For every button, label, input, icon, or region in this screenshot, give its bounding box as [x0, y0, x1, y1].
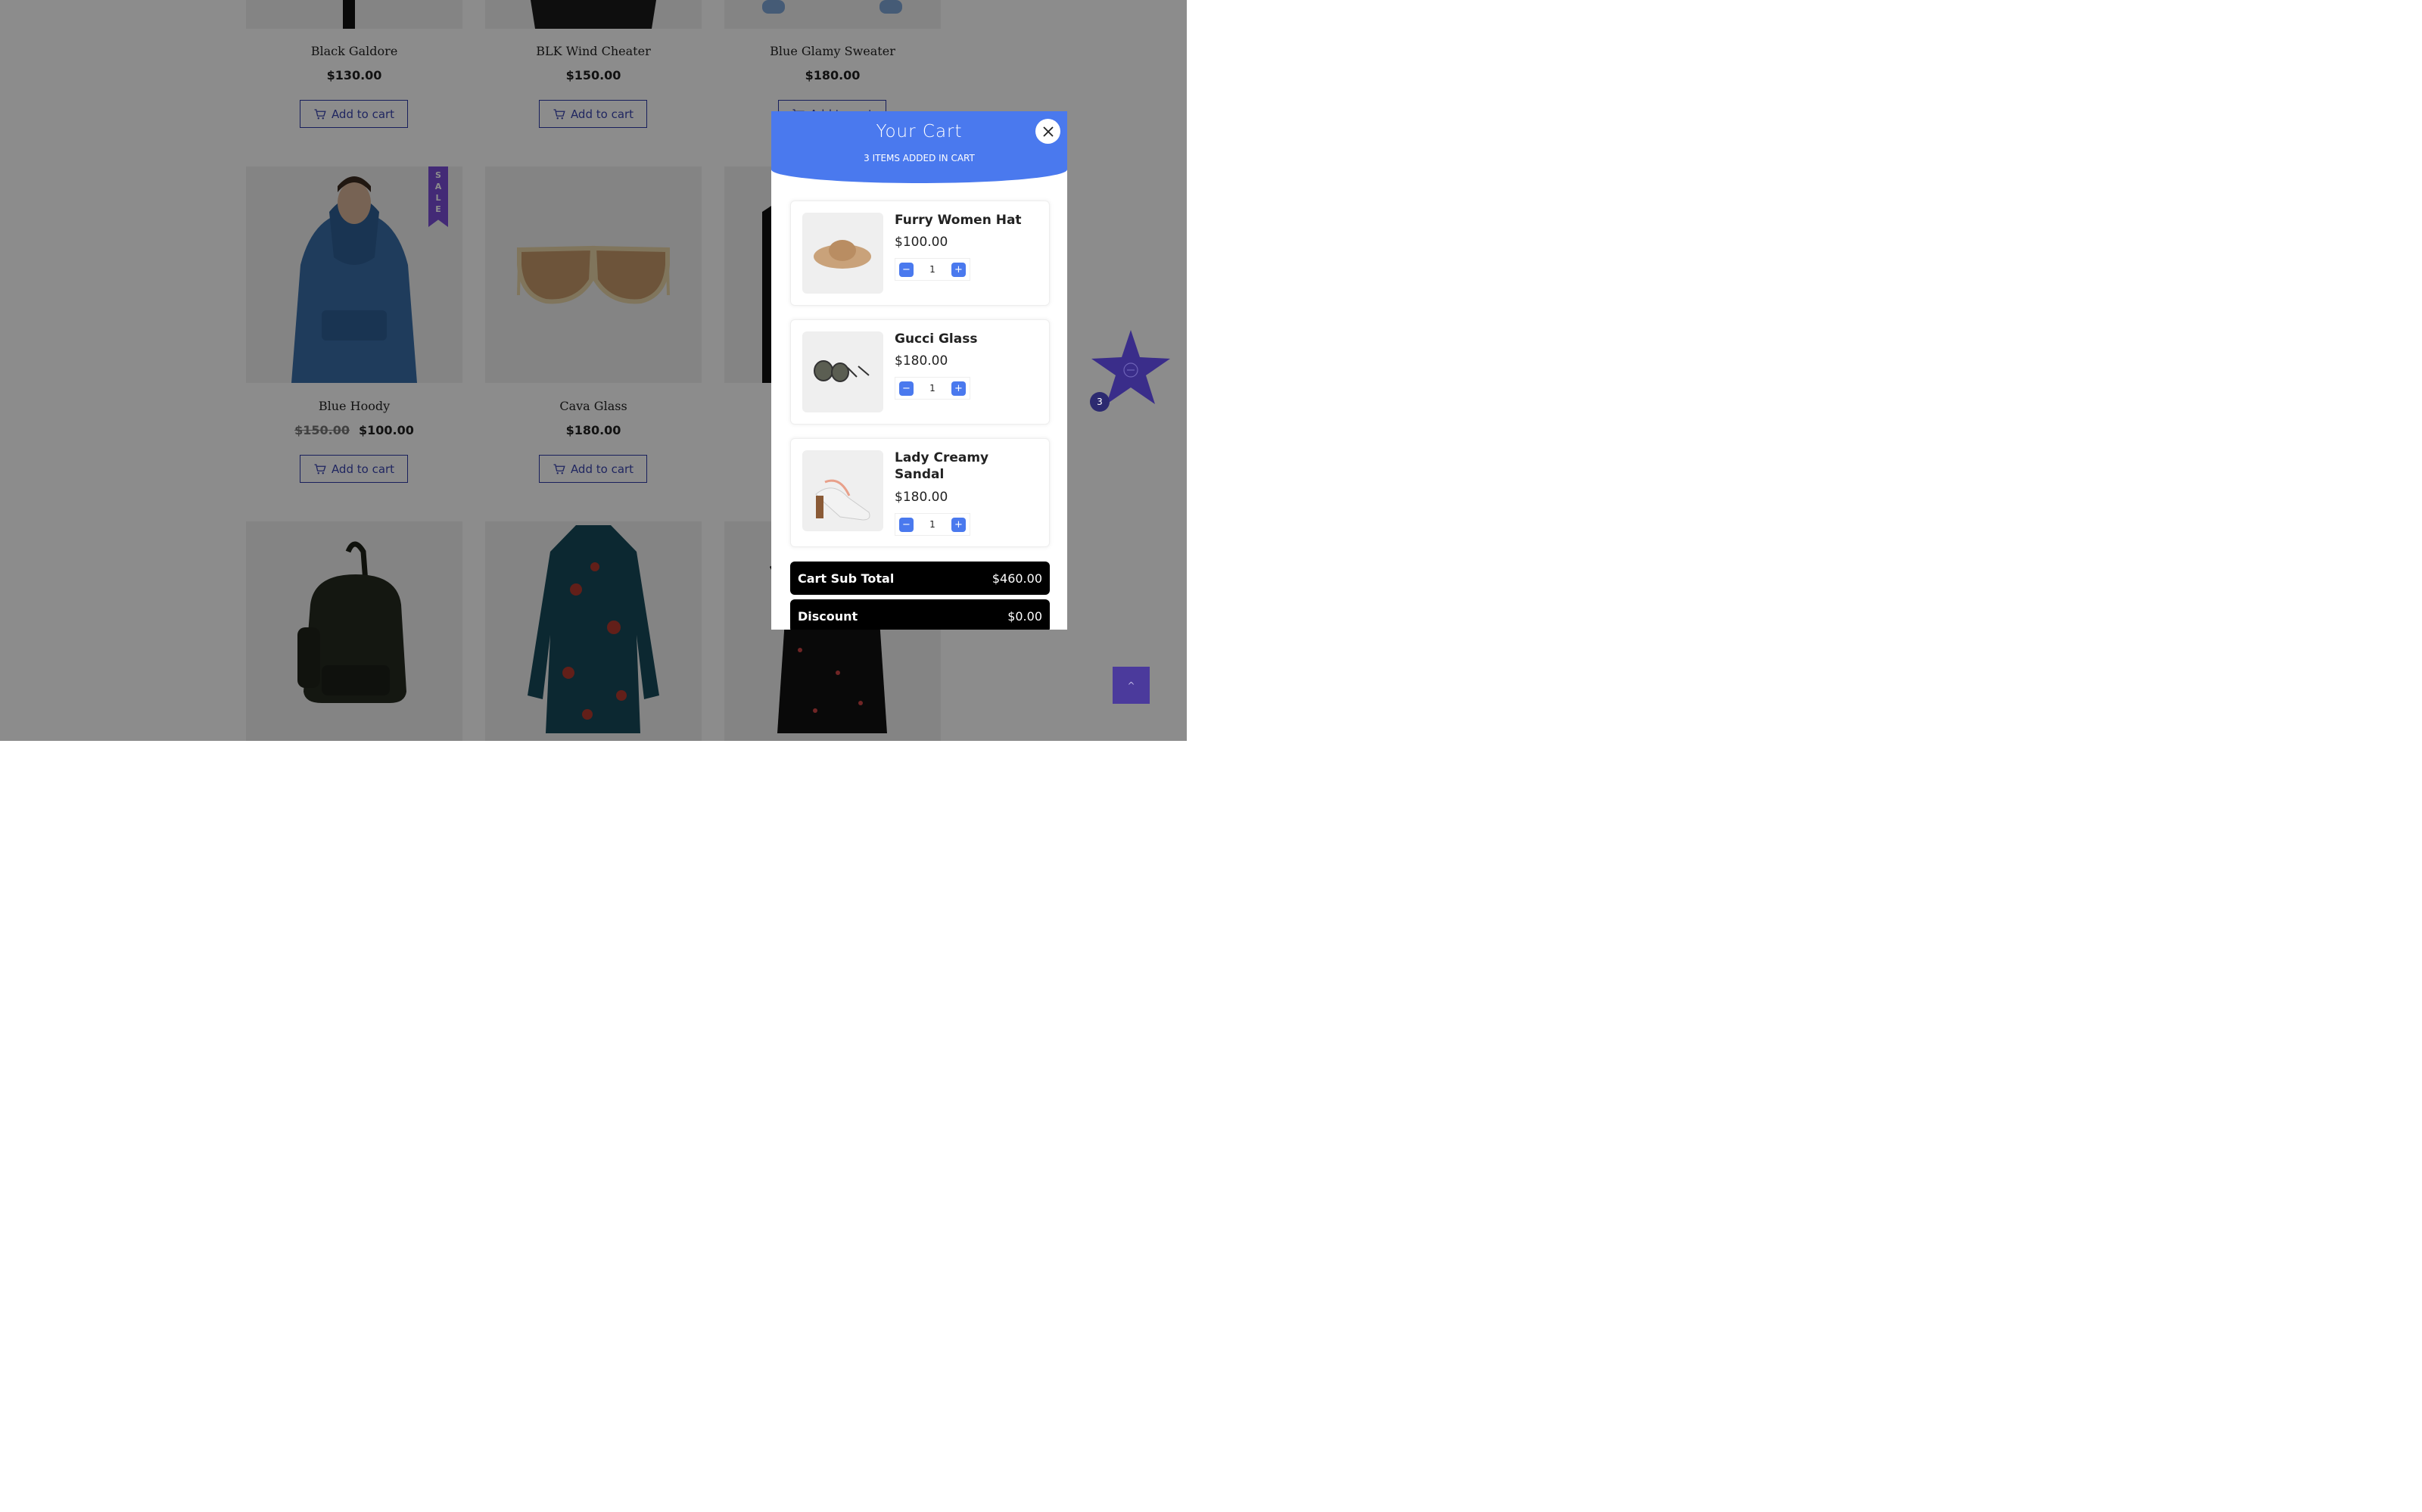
quantity-stepper: − 1 + [895, 377, 970, 400]
decrease-qty-button[interactable]: − [899, 381, 914, 396]
quantity-stepper: − 1 + [895, 513, 970, 536]
cart-item-name[interactable]: Furry Women Hat [895, 212, 1023, 229]
cart-item-price: $180.00 [895, 353, 948, 369]
close-icon [1042, 126, 1054, 137]
cart-header: Your Cart 3 ITEMS ADDED IN CART [771, 111, 1067, 183]
close-cart-button[interactable] [1035, 119, 1060, 144]
discount-label: Discount [798, 608, 858, 624]
subtotal-value: $460.00 [992, 571, 1042, 586]
cart-item-image [802, 450, 883, 531]
quantity-value[interactable]: 1 [929, 519, 935, 530]
cart-item-name[interactable]: Gucci Glass [895, 331, 1023, 347]
subtotal-label: Cart Sub Total [798, 571, 895, 586]
decrease-qty-button[interactable]: − [899, 517, 914, 532]
quantity-value[interactable]: 1 [929, 383, 935, 394]
cart-item-price: $180.00 [895, 490, 948, 505]
cart-subtotal-row: Cart Sub Total $460.00 [790, 562, 1050, 595]
scroll-to-top-button[interactable]: ^ [1113, 667, 1150, 704]
decrease-qty-button[interactable]: − [899, 262, 914, 277]
cart-count-badge: 3 [1090, 392, 1110, 412]
increase-qty-button[interactable]: + [951, 381, 966, 396]
increase-qty-button[interactable]: + [951, 262, 966, 277]
cart-item-price: $100.00 [895, 235, 948, 250]
quantity-stepper: − 1 + [895, 258, 970, 281]
cart-title: Your Cart [876, 122, 963, 142]
cart-item-count: 3 ITEMS ADDED IN CART [864, 153, 975, 163]
cart-drawer: Your Cart 3 ITEMS ADDED IN CART Furry Wo… [771, 111, 1067, 630]
discount-value: $0.00 [1007, 608, 1042, 624]
cart-item-name[interactable]: Lady Creamy Sandal [895, 450, 1023, 483]
quantity-value[interactable]: 1 [929, 264, 935, 275]
cart-item: Gucci Glass $180.00 − 1 + [790, 319, 1050, 425]
chevron-up-icon: ^ [1127, 680, 1135, 691]
cart-item-image [802, 213, 883, 294]
cart-item: Furry Women Hat $100.00 − 1 + [790, 201, 1050, 306]
cart-item-image [802, 331, 883, 412]
increase-qty-button[interactable]: + [951, 517, 966, 532]
cart-item: Lady Creamy Sandal $180.00 − 1 + [790, 438, 1050, 547]
cart-discount-row: Discount $0.00 [790, 599, 1050, 630]
